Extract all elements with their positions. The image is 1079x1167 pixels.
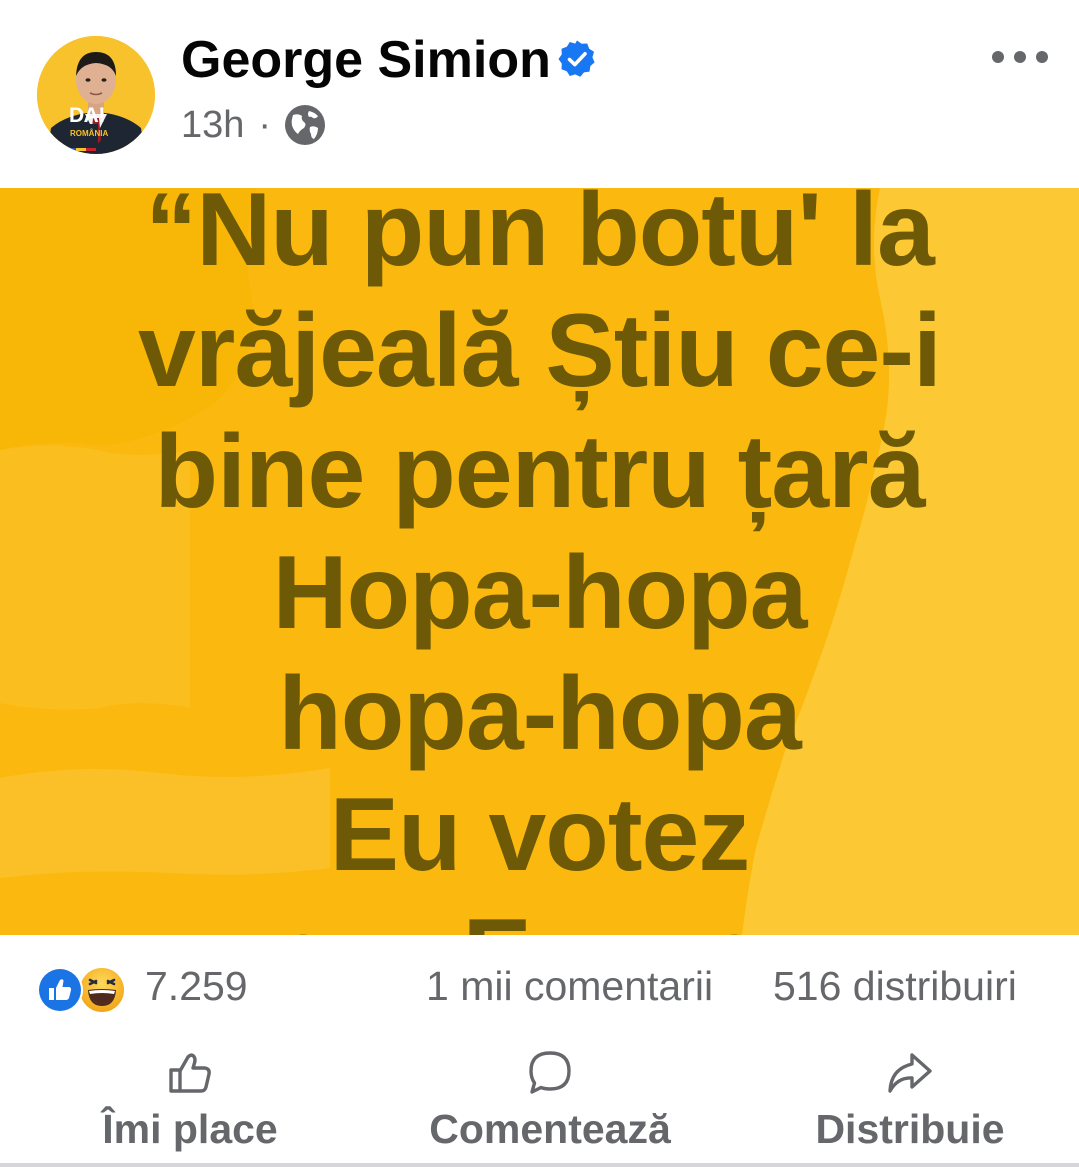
comments-count[interactable]: 1 mii comentarii: [426, 961, 713, 1011]
meta-separator: ·: [258, 103, 272, 146]
post-timestamp[interactable]: 13h: [181, 104, 244, 147]
like-label: Îmi place: [102, 1106, 278, 1152]
post-meta: 13h ·: [181, 100, 327, 150]
more-options-icon: [992, 51, 1048, 63]
like-button[interactable]: Îmi place: [80, 1035, 300, 1165]
quote-line: hopa-hopa: [278, 656, 801, 772]
comment-icon: [529, 1051, 571, 1094]
divider: [0, 1163, 1079, 1167]
author-name[interactable]: George Simion: [181, 30, 551, 90]
quote-line: bine pentru țară: [154, 414, 926, 530]
reaction-count[interactable]: 7.259: [145, 961, 248, 1011]
quote-line: vrăjeală Știu ce-i: [138, 293, 942, 409]
share-icon: [888, 1053, 932, 1093]
post-quote-text: “Nu pun botu' la vrăjeală Știu ce-i bine…: [0, 188, 1079, 935]
shares-count[interactable]: 516 distribuiri: [773, 961, 1017, 1011]
avatar-badge-subtext: ROMÂNIA: [70, 129, 109, 138]
reaction-icons[interactable]: [36, 963, 136, 1019]
post-image[interactable]: “Nu pun botu' la vrăjeală Știu ce-i bine…: [0, 188, 1079, 935]
post-header: DA! ROMÂNIA George Simion 13h ·: [0, 0, 1079, 188]
quote-line: “Nu pun botu' la: [145, 188, 935, 288]
engagement-stats: 7.259 1 mii comentarii 516 distribuiri: [0, 935, 1079, 1035]
globe-icon[interactable]: [283, 103, 327, 147]
verified-badge-icon: [558, 40, 595, 77]
share-label: Distribuie: [815, 1106, 1005, 1152]
action-bar: Îmi place Comentează Distribuie: [0, 1035, 1079, 1165]
share-button[interactable]: Distribuie: [800, 1035, 1020, 1165]
quote-line: Eu votez: [329, 777, 751, 893]
like-reaction-icon: [37, 967, 83, 1013]
quote-line: pro-Europa: [0, 896, 1079, 935]
avatar[interactable]: DA! ROMÂNIA: [37, 36, 155, 154]
thumbs-up-icon: [169, 1053, 211, 1093]
comment-button[interactable]: Comentează: [410, 1035, 690, 1165]
more-options-button[interactable]: [985, 35, 1055, 79]
quote-line: Hopa-hopa: [272, 535, 807, 651]
avatar-badge-text: DA!: [69, 104, 105, 127]
comment-label: Comentează: [429, 1106, 671, 1152]
